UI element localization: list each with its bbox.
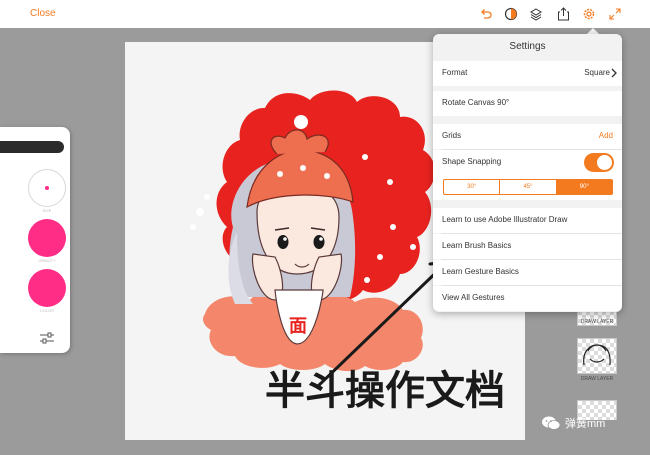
help-link-row[interactable]: Learn Gesture Basics bbox=[433, 260, 622, 285]
angle-90-option[interactable]: 90° bbox=[556, 180, 612, 194]
help-link-row[interactable]: Learn to use Adobe Illustrator Draw bbox=[433, 208, 622, 233]
grids-add-button[interactable]: Add bbox=[599, 131, 613, 140]
snap-angle-row: 30° 45° 90° bbox=[433, 175, 622, 200]
layers-icon[interactable] bbox=[527, 5, 545, 23]
angle-30-option[interactable]: 30° bbox=[444, 180, 501, 194]
learn-illustrator-draw-link[interactable]: Learn to use Adobe Illustrator Draw bbox=[442, 215, 567, 224]
shape-snapping-row: Shape Snapping bbox=[433, 150, 622, 175]
rotate-canvas-row[interactable]: Rotate Canvas 90° bbox=[433, 91, 622, 116]
brush-preview[interactable] bbox=[0, 141, 64, 153]
color-label: COLOR bbox=[39, 308, 55, 313]
watermark: 弹簧mm bbox=[541, 414, 605, 432]
settings-popover: Settings Format Square Rotate Canvas 90°… bbox=[433, 34, 622, 312]
toggle-knob bbox=[597, 155, 612, 170]
learn-gesture-basics-link[interactable]: Learn Gesture Basics bbox=[442, 267, 519, 276]
snap-angle-segmented-control: 30° 45° 90° bbox=[443, 179, 613, 195]
canvas-caption: 半斗操作文档 bbox=[265, 368, 505, 414]
shirt-character: 面 bbox=[289, 316, 307, 337]
layer-thumbnail[interactable] bbox=[577, 338, 617, 374]
size-dot-icon bbox=[45, 186, 49, 190]
chevron-right-icon bbox=[610, 66, 618, 78]
shape-snapping-toggle[interactable] bbox=[584, 153, 614, 172]
grids-row: Grids Add bbox=[433, 124, 622, 149]
format-row[interactable]: Format Square bbox=[433, 61, 622, 86]
layer-label: DRAW LAYER bbox=[580, 319, 614, 325]
opacity-label: OPACITY bbox=[38, 258, 56, 263]
watermark-text: 弹簧mm bbox=[565, 418, 606, 430]
view-all-gestures-link[interactable]: View All Gestures bbox=[442, 293, 505, 302]
expand-icon[interactable] bbox=[606, 5, 624, 23]
brush-opacity-button[interactable] bbox=[28, 219, 66, 257]
grids-label: Grids bbox=[442, 131, 462, 140]
settings-title: Settings bbox=[509, 41, 546, 52]
opacity-icon[interactable] bbox=[502, 5, 520, 23]
brush-tool-panel: SIZE OPACITY COLOR bbox=[0, 127, 70, 353]
format-value: Square bbox=[584, 68, 610, 77]
angle-45-option[interactable]: 45° bbox=[500, 180, 557, 194]
undo-icon[interactable] bbox=[477, 5, 495, 23]
help-link-row[interactable]: View All Gestures bbox=[433, 286, 622, 311]
rotate-canvas-label: Rotate Canvas 90° bbox=[442, 98, 510, 107]
shape-snapping-label: Shape Snapping bbox=[442, 157, 502, 166]
learn-brush-basics-link[interactable]: Learn Brush Basics bbox=[442, 241, 511, 250]
wechat-icon bbox=[542, 416, 561, 430]
share-icon[interactable] bbox=[554, 5, 572, 23]
size-label: SIZE bbox=[42, 208, 52, 213]
layer-label: DRAW LAYER bbox=[580, 376, 614, 382]
close-button[interactable]: Close bbox=[30, 8, 56, 19]
help-link-row[interactable]: Learn Brush Basics bbox=[433, 234, 622, 259]
brush-color-button[interactable] bbox=[28, 269, 66, 307]
sliders-icon[interactable] bbox=[38, 331, 56, 345]
top-toolbar: Close bbox=[0, 0, 650, 28]
brush-size-button[interactable] bbox=[28, 169, 66, 207]
gear-icon[interactable] bbox=[580, 5, 598, 23]
format-label: Format bbox=[442, 68, 468, 77]
